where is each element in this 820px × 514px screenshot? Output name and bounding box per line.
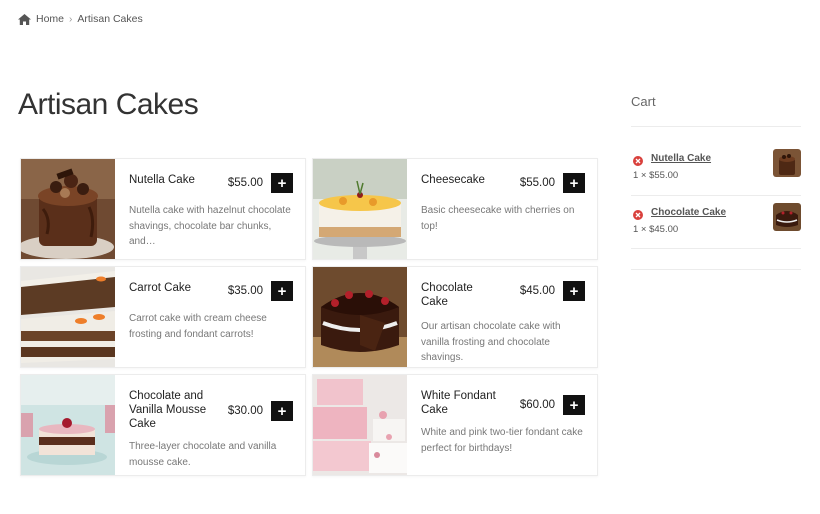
cart-item-name[interactable]: Nutella Cake [651, 153, 711, 164]
add-to-cart-button[interactable]: + [271, 281, 293, 301]
cart-item-qty-price: 1 × $55.00 [633, 170, 679, 181]
product-info: Nutella Cake $55.00 + Nutella cake with … [115, 159, 305, 259]
product-image-cheesecake[interactable] [313, 159, 407, 259]
breadcrumb-home-link[interactable]: Home [36, 13, 64, 25]
add-to-cart-button[interactable]: + [563, 281, 585, 301]
product-price: $45.00 [519, 285, 555, 297]
product-info: Cheesecake $55.00 + Basic cheesecake wit… [407, 159, 597, 259]
product-grid: Nutella Cake $55.00 + Nutella cake with … [20, 158, 598, 476]
divider [631, 248, 801, 249]
product-price: $55.00 [519, 177, 555, 189]
cart-item-nutella-cake: Nutella Cake 1 × $55.00 [633, 149, 801, 200]
product-info: Carrot Cake $35.00 + Carrot cake with cr… [115, 267, 305, 367]
add-to-cart-button[interactable]: + [271, 173, 293, 193]
product-name[interactable]: Chocolate and Vanilla Mousse Cake [129, 389, 209, 431]
add-to-cart-button[interactable]: + [563, 173, 585, 193]
page-title: Artisan Cakes [18, 88, 199, 121]
product-description: Carrot cake with cream cheese frosting a… [129, 313, 267, 340]
product-image-nutella-cake[interactable] [21, 159, 115, 259]
cart-item-name[interactable]: Chocolate Cake [651, 207, 726, 218]
product-description: White and pink two-tier fondant cake per… [421, 427, 583, 454]
product-name[interactable]: Chocolate Cake [421, 281, 501, 309]
add-to-cart-button[interactable]: + [563, 395, 585, 415]
cart-item-thumbnail[interactable] [773, 149, 801, 177]
product-image-chocolate-cake[interactable] [313, 267, 407, 367]
product-name[interactable]: Nutella Cake [129, 173, 195, 187]
product-price: $35.00 [227, 285, 263, 297]
product-card-white-fondant-cake[interactable]: White Fondant Cake $60.00 + White and pi… [312, 374, 598, 476]
product-description: Three-layer chocolate and vanilla mousse… [129, 441, 277, 468]
divider [631, 195, 801, 196]
product-card-chocolate-vanilla-mousse-cake[interactable]: Chocolate and Vanilla Mousse Cake $30.00… [20, 374, 306, 476]
divider [631, 269, 801, 270]
product-name[interactable]: Carrot Cake [129, 281, 191, 295]
product-card-chocolate-cake[interactable]: Chocolate Cake $45.00 + Our artisan choc… [312, 266, 598, 368]
remove-icon[interactable] [633, 156, 643, 166]
remove-icon[interactable] [633, 210, 643, 220]
product-info: White Fondant Cake $60.00 + White and pi… [407, 375, 597, 475]
product-price: $55.00 [227, 177, 263, 189]
product-card-cheesecake[interactable]: Cheesecake $55.00 + Basic cheesecake wit… [312, 158, 598, 260]
breadcrumb-separator: › [69, 13, 73, 25]
product-card-nutella-cake[interactable]: Nutella Cake $55.00 + Nutella cake with … [20, 158, 306, 260]
product-image-white-fondant-cake[interactable] [313, 375, 407, 475]
home-icon[interactable] [18, 13, 31, 25]
cart-item-thumbnail[interactable] [773, 203, 801, 231]
product-price: $30.00 [227, 405, 263, 417]
product-name[interactable]: White Fondant Cake [421, 389, 501, 417]
product-image-mousse-cake[interactable] [21, 375, 115, 475]
divider [631, 126, 801, 127]
product-info: Chocolate and Vanilla Mousse Cake $30.00… [115, 375, 305, 475]
product-info: Chocolate Cake $45.00 + Our artisan choc… [407, 267, 597, 367]
add-to-cart-button[interactable]: + [271, 401, 293, 421]
cart-title: Cart [631, 94, 656, 109]
product-description: Nutella cake with hazelnut chocolate sha… [129, 205, 291, 247]
breadcrumb-current: Artisan Cakes [77, 13, 143, 25]
cart-item-qty-price: 1 × $45.00 [633, 224, 679, 235]
product-description: Our artisan chocolate cake with vanilla … [421, 321, 561, 363]
product-card-carrot-cake[interactable]: Carrot Cake $35.00 + Carrot cake with cr… [20, 266, 306, 368]
product-description: Basic cheesecake with cherries on top! [421, 205, 575, 232]
product-image-carrot-cake[interactable] [21, 267, 115, 367]
breadcrumb: Home › Artisan Cakes [18, 13, 143, 25]
product-name[interactable]: Cheesecake [421, 173, 485, 187]
product-price: $60.00 [519, 399, 555, 411]
